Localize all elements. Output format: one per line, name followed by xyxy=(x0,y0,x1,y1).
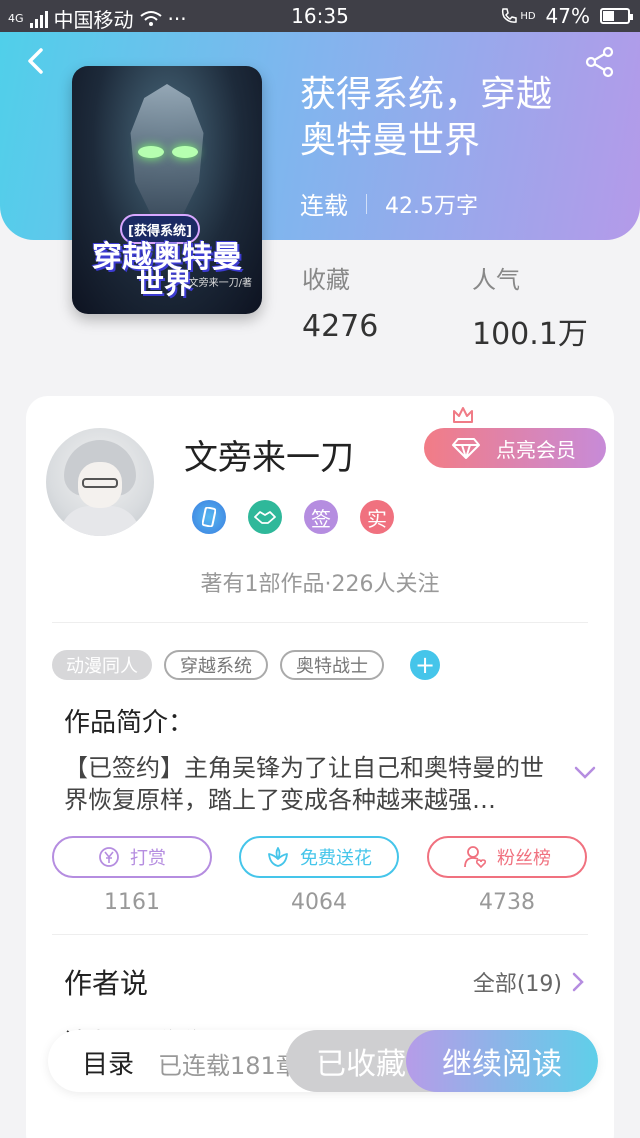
sign-icon[interactable]: 签 xyxy=(304,500,338,534)
cover-ultraman-art xyxy=(130,84,204,224)
author-badges: 签 实 xyxy=(192,500,394,534)
author-say-heading: 作者说 xyxy=(64,967,149,1000)
chevron-right-icon xyxy=(572,972,584,992)
book-status: 连载 xyxy=(300,192,348,220)
status-right: HD 47% xyxy=(500,4,633,28)
stat-favorites: 收藏 4276 xyxy=(302,260,378,344)
word-count: 42.5万字 xyxy=(385,193,478,219)
phone-icon[interactable] xyxy=(192,500,226,534)
divider xyxy=(52,622,588,623)
chevron-down-icon[interactable] xyxy=(574,766,596,780)
cover-title-line2: 世界 xyxy=(136,267,193,300)
flower-icon xyxy=(268,847,288,867)
avatar[interactable] xyxy=(46,428,154,536)
tag-list: 动漫同人 穿越系统 奥特战士 + xyxy=(52,650,440,680)
vip-button[interactable]: 点亮会员 xyxy=(424,428,606,468)
continue-reading-button[interactable]: 继续阅读 xyxy=(406,1030,598,1092)
stat-label: 人气 xyxy=(472,266,520,294)
stat-value: 4276 xyxy=(302,309,379,344)
author-works-info: 著有1部作品·226人关注 xyxy=(200,572,440,597)
meta-divider xyxy=(366,193,367,214)
stat-value: 100.1万 xyxy=(472,317,588,352)
author-name[interactable]: 文旁来一刀 xyxy=(184,430,354,479)
book-meta: 连载 42.5万字 xyxy=(300,186,478,221)
toc-button[interactable]: 目录 xyxy=(82,1044,134,1081)
back-icon[interactable] xyxy=(22,46,52,76)
tag-category[interactable]: 动漫同人 xyxy=(52,650,152,680)
add-tag-button[interactable]: + xyxy=(410,650,440,680)
intro-heading: 作品简介： xyxy=(64,708,195,738)
book-detail-page: 4G 中国移动 ··· 16:35 HD 47% [获得系统] 穿越奥特曼 世界… xyxy=(0,0,640,1138)
fan-icon xyxy=(464,846,487,869)
battery-percent: 47% xyxy=(545,4,590,28)
tip-button[interactable]: 打赏 xyxy=(52,836,212,878)
hd-call-icon: HD xyxy=(500,7,536,25)
handshake-icon[interactable] xyxy=(248,500,282,534)
tag-item[interactable]: 奥特战士 xyxy=(280,650,384,680)
fan-count: 4738 xyxy=(479,890,535,915)
author-say-all-label: 全部(19) xyxy=(472,972,562,997)
vip-label: 点亮会员 xyxy=(496,437,576,462)
stat-popularity: 人气 100.1万 xyxy=(472,260,588,353)
book-cover[interactable]: [获得系统] 穿越奥特曼 世界 文旁来一刀/著 xyxy=(72,66,262,314)
bottom-action-bar: 目录 已连载181章 已收藏 继续阅读 xyxy=(48,1030,598,1092)
crown-icon xyxy=(453,407,473,423)
book-title: 获得系统，穿越奥特曼世界 xyxy=(300,74,553,161)
flower-count: 4064 xyxy=(291,890,347,915)
real-icon[interactable]: 实 xyxy=(360,500,394,534)
cover-eye-right xyxy=(172,146,198,158)
stat-label: 收藏 xyxy=(302,266,350,294)
serial-status[interactable]: 已连载181章 xyxy=(158,1046,300,1081)
tip-count: 1161 xyxy=(104,890,160,915)
intro-text[interactable]: 【已签约】主角吴锋为了让自己和奥特曼的世界恢复原样，踏上了变成各种越来越强… xyxy=(64,752,564,816)
author-say-all-link[interactable]: 全部(19) xyxy=(473,966,584,998)
cover-eye-left xyxy=(138,146,164,158)
author-card: 文旁来一刀 点亮会员 签 实 著有1部作品·226人关注 动漫同人 穿越系统 奥 xyxy=(26,396,614,1138)
tip-label: 打赏 xyxy=(130,848,166,869)
flower-label: 免费送花 xyxy=(300,848,372,869)
cover-author: 文旁来一刀/著 xyxy=(188,278,252,289)
send-flower-button[interactable]: 免费送花 xyxy=(239,836,399,878)
divider xyxy=(52,934,588,935)
diamond-icon xyxy=(452,438,480,459)
share-icon[interactable] xyxy=(584,46,616,78)
fan-rank-label: 粉丝榜 xyxy=(497,848,551,869)
status-bar: 4G 中国移动 ··· 16:35 HD 47% xyxy=(0,0,640,32)
yen-icon xyxy=(99,847,119,867)
hd-label: HD xyxy=(520,10,536,22)
battery-icon xyxy=(600,8,633,24)
tag-item[interactable]: 穿越系统 xyxy=(164,650,268,680)
fan-rank-button[interactable]: 粉丝榜 xyxy=(427,836,587,878)
